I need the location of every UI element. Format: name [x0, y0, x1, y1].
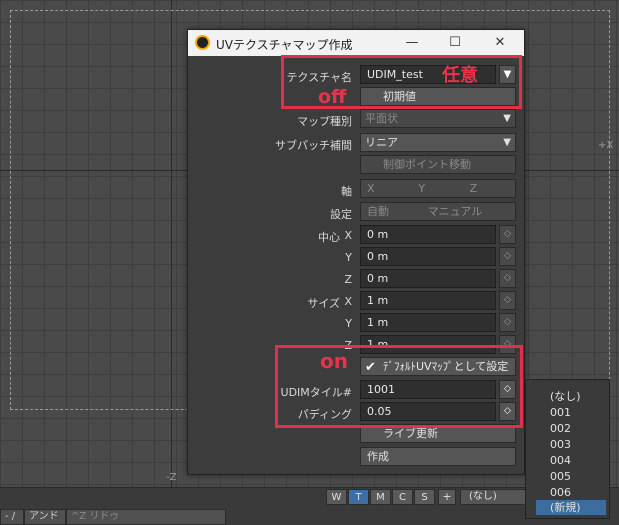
map-type-label: マップ種別: [297, 115, 352, 128]
center-x-stepper-icon[interactable]: ◇: [499, 225, 516, 244]
center-y-axis: Y: [345, 251, 352, 264]
redo-button[interactable]: ^Z リドゥ: [66, 509, 226, 525]
texture-name-dropdown[interactable]: ▼: [499, 65, 516, 84]
undo-row: - / アンドゥ ^Z リドゥ: [0, 509, 226, 525]
center-y-stepper-icon[interactable]: ◇: [499, 247, 516, 266]
padding-stepper-icon[interactable]: ◇: [499, 402, 516, 421]
view-button-w[interactable]: W: [326, 489, 347, 505]
annotation-arbitrary: 任意: [442, 65, 478, 86]
initial-value-button[interactable]: 初期値: [360, 87, 516, 106]
popup-item-none[interactable]: (なし): [536, 389, 606, 404]
size-z-stepper-icon[interactable]: ◇: [499, 335, 516, 354]
uv-map-select[interactable]: (なし): [460, 489, 526, 505]
size-x-input[interactable]: 1 m: [360, 291, 496, 310]
popup-item-001[interactable]: 001: [536, 405, 606, 420]
center-x-input[interactable]: 0 m: [360, 225, 496, 244]
size-x-axis: X: [344, 295, 352, 308]
axis-segment: X Y Z: [360, 179, 516, 198]
axis-z-option[interactable]: Z: [464, 180, 515, 197]
subpatch-interp-label: サブパッチ補間: [275, 139, 352, 152]
subpatch-interp-value: リニア: [365, 136, 398, 149]
center-y-input[interactable]: 0 m: [360, 247, 496, 266]
default-uv-label: ﾃﾞﾌｫﾙﾄUVﾏｯﾌﾟとして設定: [383, 360, 509, 373]
live-update-button[interactable]: ライブ更新: [360, 424, 516, 443]
uv-texture-map-dialog: UVテクスチャマップ作成 — ☐ ✕ テクスチャ名 UDIM_test ▼ 初期…: [187, 29, 525, 475]
settings-manual-option[interactable]: マニュアル: [422, 203, 515, 220]
padding-input[interactable]: 0.05: [360, 402, 496, 421]
app-logo-icon: [195, 35, 210, 50]
control-point-move-button[interactable]: 制御ポイント移動: [360, 155, 516, 174]
center-label: 中心: [318, 231, 340, 244]
settings-auto-option[interactable]: 自動: [361, 203, 422, 220]
view-button-m[interactable]: M: [370, 489, 391, 505]
view-button-t[interactable]: T: [348, 489, 369, 505]
settings-label: 設定: [330, 208, 352, 221]
size-y-axis: Y: [345, 317, 352, 330]
left-cell[interactable]: - /: [0, 509, 24, 525]
chevron-down-icon: ▼: [503, 137, 511, 148]
axis-label: 軸: [341, 185, 352, 198]
popup-item-005[interactable]: 005: [536, 469, 606, 484]
close-icon[interactable]: ✕: [490, 33, 510, 53]
center-x-axis: X: [344, 229, 352, 242]
add-button[interactable]: +: [438, 489, 456, 505]
chevron-down-icon: ▼: [503, 69, 512, 80]
view-button-s[interactable]: S: [414, 489, 435, 505]
minus-z-label: -Z: [166, 472, 177, 483]
udim-tile-input[interactable]: 1001: [360, 380, 496, 399]
size-y-stepper-icon[interactable]: ◇: [499, 313, 516, 332]
chevron-down-icon: ▼: [503, 113, 511, 124]
popup-item-006[interactable]: 006: [536, 485, 606, 500]
default-uv-checkbox[interactable]: ✔ ﾃﾞﾌｫﾙﾄUVﾏｯﾌﾟとして設定: [360, 357, 516, 376]
dialog-titlebar[interactable]: UVテクスチャマップ作成 — ☐ ✕: [188, 30, 524, 56]
undo-button[interactable]: アンドゥ: [24, 509, 66, 525]
maximize-icon[interactable]: ☐: [445, 33, 465, 53]
popup-item-new[interactable]: (新規): [536, 500, 606, 515]
texture-name-label: テクスチャ名: [286, 71, 352, 84]
size-x-stepper-icon[interactable]: ◇: [499, 291, 516, 310]
axis-x-option[interactable]: X: [361, 180, 412, 197]
annotation-off: off: [318, 86, 347, 108]
center-z-stepper-icon[interactable]: ◇: [499, 269, 516, 288]
center-z-axis: Z: [344, 273, 352, 286]
padding-label: パディング: [297, 408, 352, 421]
map-type-value: 平面状: [365, 112, 398, 125]
create-button[interactable]: 作成: [360, 447, 516, 466]
plus-x-label: +X: [598, 140, 614, 151]
map-type-select[interactable]: 平面状 ▼: [360, 109, 516, 128]
udim-tile-stepper-icon[interactable]: ◇: [499, 380, 516, 399]
size-y-input[interactable]: 1 m: [360, 313, 496, 332]
view-buttons: W T M C S: [326, 489, 435, 505]
popup-item-003[interactable]: 003: [536, 437, 606, 452]
axis-y-option[interactable]: Y: [412, 180, 463, 197]
popup-item-004[interactable]: 004: [536, 453, 606, 468]
dialog-title: UVテクスチャマップ作成: [216, 38, 353, 52]
subpatch-interp-select[interactable]: リニア ▼: [360, 133, 516, 152]
size-z-input[interactable]: 1 m: [360, 335, 496, 354]
uv-map-popup: (なし) 001 002 003 004 005 006 (新規): [525, 379, 610, 519]
view-button-c[interactable]: C: [392, 489, 413, 505]
checkmark-icon: ✔: [365, 360, 376, 375]
settings-segment: 自動 マニュアル: [360, 202, 516, 221]
udim-tile-label: UDIMタイル#: [280, 386, 352, 399]
annotation-on: on: [320, 349, 348, 373]
z-axis-line: [171, 0, 172, 487]
center-z-input[interactable]: 0 m: [360, 269, 496, 288]
minimize-icon[interactable]: —: [402, 33, 422, 53]
size-label: サイズ: [307, 297, 340, 310]
popup-item-002[interactable]: 002: [536, 421, 606, 436]
